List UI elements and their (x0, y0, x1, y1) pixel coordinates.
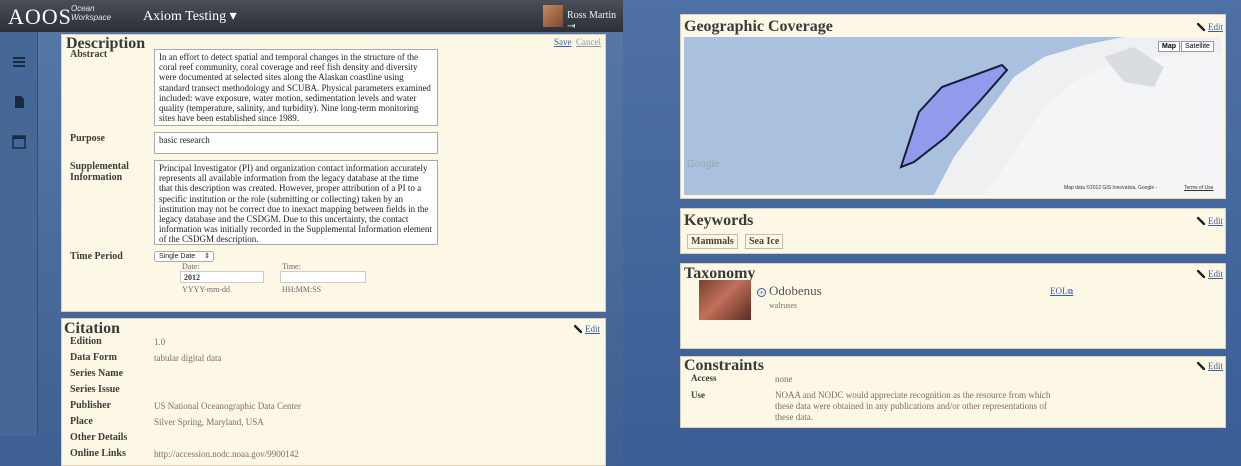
citation-panel: Citation Edit Edition 1.0 Data Form tabu… (61, 318, 606, 466)
menu-icon[interactable] (11, 54, 27, 70)
logo-sub-ocean: Ocean (71, 4, 95, 13)
citation-label: Publisher (70, 400, 112, 411)
citation-label: Series Name (70, 368, 124, 379)
description-panel: Description Save Cancel Abstract In an e… (61, 34, 606, 312)
keywords-title: Keywords (684, 212, 754, 229)
citation-label: Series Issue (70, 384, 120, 395)
access-value: none (775, 374, 793, 384)
logo-sub-workspace: Workspace (71, 13, 112, 22)
pencil-icon (574, 325, 582, 333)
window-icon[interactable] (11, 134, 27, 150)
date-hint: YYYY-mm-dd (182, 285, 230, 294)
citation-value: Silver Spring, Maryland, USA (154, 417, 264, 427)
citation-value: tabular digital data (154, 353, 222, 363)
cancel-button[interactable]: Cancel (576, 37, 601, 47)
keywords-panel: Keywords Edit Mammals Sea Ice (680, 208, 1226, 254)
document-icon[interactable] (11, 94, 27, 110)
terms-of-use-link[interactable]: Terms of Use (1184, 185, 1213, 191)
pencil-icon (1197, 362, 1205, 370)
keywords-edit-button[interactable]: Edit (1197, 216, 1223, 226)
supplemental-label: Supplemental Information (70, 161, 129, 183)
time-label: Time: (282, 262, 301, 271)
citation-value: US National Oceanographic Data Center (154, 401, 301, 411)
logo-subtitle: Ocean Workspace (71, 4, 111, 22)
avatar[interactable] (543, 5, 563, 27)
pencil-icon (1197, 23, 1205, 31)
side-nav (0, 32, 38, 436)
time-hint: HH:MM:SS (282, 285, 322, 294)
citation-value: 1.0 (154, 337, 166, 347)
keyword-tag: Mammals (687, 234, 738, 249)
geographic-coverage-panel: Geographic Coverage Edit Map Satellite G… (680, 14, 1226, 199)
google-logo: Google (687, 159, 720, 170)
save-button[interactable]: Save (554, 37, 572, 47)
date-label: Date: (182, 262, 200, 271)
citation-edit-button[interactable]: Edit (574, 324, 600, 334)
citation-label: Edition (70, 336, 102, 347)
purpose-field[interactable]: basic research (154, 132, 438, 154)
pencil-icon (1197, 270, 1205, 278)
project-selector[interactable]: Axiom Testing ▾ (143, 8, 237, 25)
citation-label: Other Details (70, 432, 128, 443)
time-period-select[interactable]: Single Date ⇕ (154, 251, 214, 262)
purpose-label: Purpose (70, 133, 105, 144)
citation-edit-label: Edit (585, 324, 600, 334)
taxonomy-edit-label: Edit (1208, 269, 1223, 279)
constraints-panel: Constraints Edit Access none Use NOAA an… (680, 356, 1226, 428)
constraints-edit-label: Edit (1208, 361, 1223, 371)
keyword-tag: Sea Ice (745, 234, 784, 249)
geographic-coverage-title: Geographic Coverage (684, 18, 833, 35)
external-link-icon: ⧉ (1067, 287, 1074, 296)
map-view[interactable]: Map Satellite Google Map data ©2012 GIS … (684, 37, 1222, 195)
supplemental-field[interactable]: Principal Investigator (PI) and organiza… (154, 160, 438, 245)
left-screenshot: AOOS Ocean Workspace Axiom Testing ▾ Ros… (0, 0, 623, 466)
use-label: Use (691, 390, 705, 400)
time-input[interactable] (280, 271, 366, 283)
map-canvas (899, 37, 1222, 195)
access-label: Access (691, 373, 717, 383)
citation-label: Online Links (70, 448, 126, 459)
date-input[interactable]: 2012 (180, 271, 264, 283)
time-period-select-value: Single Date (159, 253, 196, 260)
citation-label: Data Form (70, 352, 117, 363)
use-value: NOAA and NODC would appreciate recogniti… (775, 390, 1051, 422)
taxonomy-panel: Taxonomy Edit + Odobenus walruses EOL⧉ (680, 263, 1226, 349)
online-link[interactable]: http://accession.nodc.noaa.gov/9900142 (154, 449, 299, 460)
app-logo[interactable]: AOOS (8, 4, 72, 30)
eol-link[interactable]: EOL⧉ (1050, 286, 1073, 297)
top-bar: AOOS Ocean Workspace Axiom Testing ▾ Ros… (0, 0, 623, 32)
keywords-edit-label: Edit (1208, 216, 1223, 226)
right-screenshot: Geographic Coverage Edit Map Satellite G… (623, 0, 1241, 466)
geo-edit-label: Edit (1208, 22, 1223, 32)
supplemental-label-line1: Supplemental (70, 161, 129, 172)
eol-link-label: EOL (1050, 286, 1068, 296)
map-attribution: Map data ©2012 GIS Innovatsia, Google - (1064, 185, 1158, 191)
taxonomy-edit-button[interactable]: Edit (1197, 269, 1223, 279)
taxon-name: Odobenus (769, 283, 822, 298)
chevron-down-icon: ⇕ (204, 253, 210, 260)
supplemental-label-line2: Information (70, 172, 123, 183)
map-type-satellite-button[interactable]: Satellite (1181, 41, 1214, 52)
plus-icon[interactable]: + (757, 288, 766, 297)
geo-edit-button[interactable]: Edit (1197, 22, 1223, 32)
map-type-map-button[interactable]: Map (1158, 41, 1180, 52)
abstract-label: Abstract (70, 49, 108, 60)
taxon-common-name: walruses (769, 301, 797, 310)
pencil-icon (1197, 217, 1205, 225)
user-menu[interactable]: Ross Martin ⇥ (567, 10, 623, 32)
constraints-edit-button[interactable]: Edit (1197, 361, 1223, 371)
abstract-field[interactable]: In an effort to detect spatial and tempo… (154, 49, 438, 126)
walrus-photo (699, 280, 751, 320)
time-period-label: Time Period (70, 251, 123, 262)
citation-label: Place (70, 416, 93, 427)
